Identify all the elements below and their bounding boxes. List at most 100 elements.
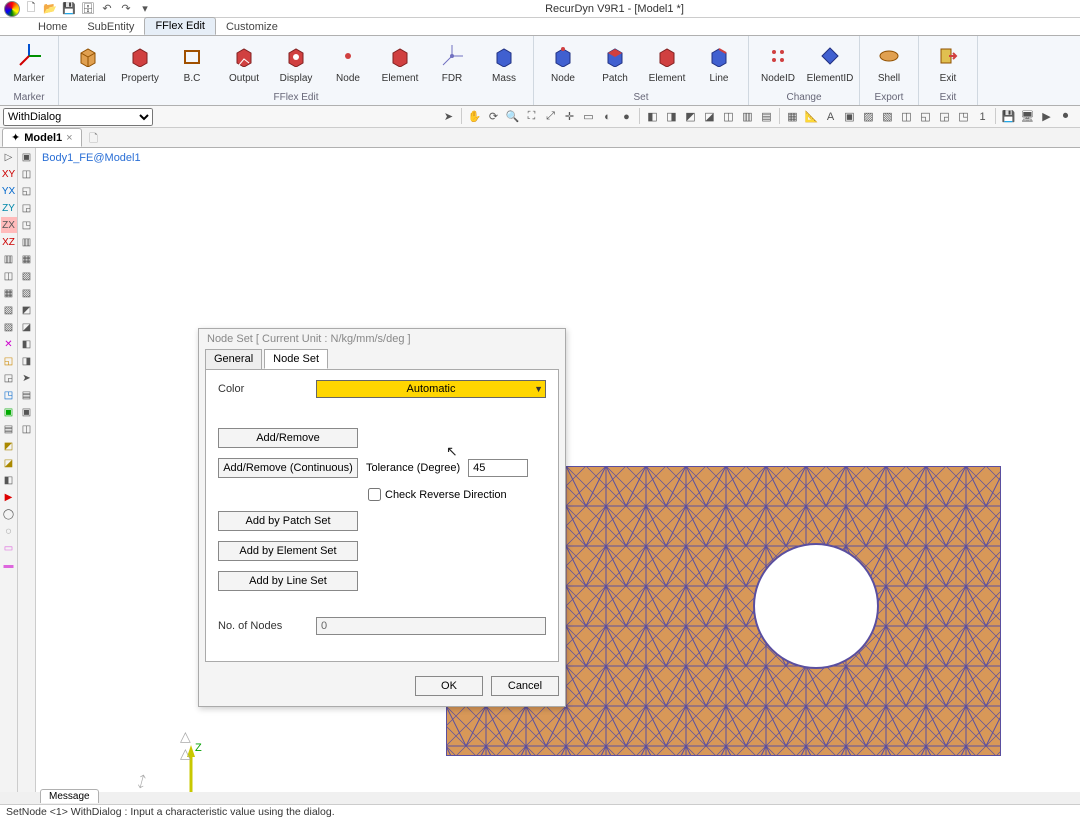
ribbon-exit[interactable]: Exit [925, 39, 971, 92]
vt2-cursor-icon[interactable]: ➤ [19, 370, 35, 386]
vt2-d-icon[interactable]: ◲ [19, 200, 35, 216]
vt1-yx-icon[interactable]: YX [1, 183, 17, 199]
ribbon-set-node[interactable]: Node [540, 39, 586, 92]
message-tab[interactable]: Message [40, 789, 99, 803]
play-icon[interactable]: ▶ [1038, 108, 1055, 125]
vt2-i-icon[interactable]: ▨ [19, 285, 35, 301]
dialog-tab-nodeset[interactable]: Node Set [264, 349, 328, 369]
view-iso-icon[interactable]: ◧ [644, 108, 661, 125]
vt2-n-icon[interactable]: ▤ [19, 387, 35, 403]
ribbon-set-element[interactable]: Element [644, 39, 690, 92]
ribbon-element[interactable]: Element [377, 39, 423, 92]
vt1-cube2-icon[interactable]: ◲ [1, 370, 17, 386]
pan-icon[interactable]: ✋ [466, 108, 483, 125]
ribbon-mass[interactable]: Mass [481, 39, 527, 92]
vt2-k-icon[interactable]: ◪ [19, 319, 35, 335]
measure-icon[interactable]: 📐 [803, 108, 820, 125]
vt1-cube4-icon[interactable]: ▣ [1, 404, 17, 420]
vt1-box3-icon[interactable]: ▦ [1, 285, 17, 301]
tab-home[interactable]: Home [28, 19, 77, 35]
zoom-window-icon[interactable]: ⛶ [523, 108, 540, 125]
view-right-icon[interactable]: ◪ [701, 108, 718, 125]
vt2-b-icon[interactable]: ◫ [19, 166, 35, 182]
add-by-element-button[interactable]: Add by Element Set [218, 541, 358, 561]
ribbon-set-line[interactable]: Line [696, 39, 742, 92]
vt1-cube8-icon[interactable]: ◧ [1, 472, 17, 488]
save2-icon[interactable]: 💾 [1000, 108, 1017, 125]
check-reverse-direction[interactable]: Check Reverse Direction [368, 488, 507, 501]
ribbon-display[interactable]: Display [273, 39, 319, 92]
vt2-l-icon[interactable]: ◧ [19, 336, 35, 352]
wireframe-icon[interactable]: ◐ [599, 108, 616, 125]
vt1-box5-icon[interactable]: ▨ [1, 319, 17, 335]
add-remove-continuous-button[interactable]: Add/Remove (Continuous) [218, 458, 358, 478]
vt1-cube5-icon[interactable]: ▤ [1, 421, 17, 437]
vt1-box4-icon[interactable]: ▧ [1, 302, 17, 318]
ribbon-elementid[interactable]: ElementID [807, 39, 853, 92]
vt1-cube3-icon[interactable]: ◳ [1, 387, 17, 403]
ribbon-shell[interactable]: Shell [866, 39, 912, 92]
close-tab-icon[interactable]: × [66, 132, 72, 144]
layer6-icon[interactable]: ◲ [936, 108, 953, 125]
vt1-select-icon[interactable]: ▷ [1, 149, 17, 165]
num-1-icon[interactable]: 1 [974, 108, 991, 125]
new-file-icon[interactable]: 🗋 [23, 1, 39, 17]
view-bottom-icon[interactable]: ▥ [739, 108, 756, 125]
ok-button[interactable]: OK [415, 676, 483, 696]
vt2-p-icon[interactable]: ◫ [19, 421, 35, 437]
vt2-f-icon[interactable]: ▥ [19, 234, 35, 250]
ribbon-property[interactable]: Property [117, 39, 163, 92]
redo-icon[interactable]: ↷ [118, 1, 134, 17]
vt1-rect-icon[interactable]: ▭ [1, 540, 17, 556]
vt1-circle-icon[interactable]: ◯ [1, 506, 17, 522]
vt1-box2-icon[interactable]: ◫ [1, 268, 17, 284]
vt1-play-icon[interactable]: ▶ [1, 489, 17, 505]
vt2-a-icon[interactable]: ▣ [19, 149, 35, 165]
layer4-icon[interactable]: ◫ [898, 108, 915, 125]
ribbon-fdr[interactable]: FDR [429, 39, 475, 92]
vt2-h-icon[interactable]: ▧ [19, 268, 35, 284]
text-icon[interactable]: A [822, 108, 839, 125]
vt1-zx-icon[interactable]: ZX [1, 217, 17, 233]
ribbon-set-patch[interactable]: Patch [592, 39, 638, 92]
select-box-icon[interactable]: ▭ [580, 108, 597, 125]
tab-customize[interactable]: Customize [216, 19, 288, 35]
add-remove-button[interactable]: Add/Remove [218, 428, 358, 448]
vt2-c-icon[interactable]: ◱ [19, 183, 35, 199]
add-by-line-button[interactable]: Add by Line Set [218, 571, 358, 591]
tolerance-input[interactable] [468, 459, 528, 477]
layer1-icon[interactable]: ▣ [841, 108, 858, 125]
center-icon[interactable]: ✛ [561, 108, 578, 125]
layer5-icon[interactable]: ◱ [917, 108, 934, 125]
shade-icon[interactable]: ● [618, 108, 635, 125]
qat-dropdown-icon[interactable]: ▾ [137, 1, 153, 17]
new-doc-tab-icon[interactable]: 🗋 [86, 131, 102, 147]
view-left-icon[interactable]: ▤ [758, 108, 775, 125]
view-front-icon[interactable]: ◨ [663, 108, 680, 125]
vt2-g-icon[interactable]: ▦ [19, 251, 35, 267]
canvas[interactable]: Body1_FE@Model1 [36, 148, 1080, 792]
nav-up-icon[interactable]: △△ [180, 728, 191, 762]
record-icon[interactable]: ⏺ [1057, 108, 1074, 125]
vt2-e-icon[interactable]: ◳ [19, 217, 35, 233]
vt1-zy-icon[interactable]: ZY [1, 200, 17, 216]
undo-icon[interactable]: ↶ [99, 1, 115, 17]
vt1-xy-icon[interactable]: XY [1, 166, 17, 182]
fit-icon[interactable]: ⤢ [542, 108, 559, 125]
grid-icon[interactable]: ▦ [784, 108, 801, 125]
layer2-icon[interactable]: ▨ [860, 108, 877, 125]
cursor-icon[interactable]: ➤ [440, 108, 457, 125]
ribbon-nodeid[interactable]: NodeID [755, 39, 801, 92]
vt1-cross-icon[interactable]: ✕ [1, 336, 17, 352]
monitor-icon[interactable]: 🖥 [1019, 108, 1036, 125]
layer7-icon[interactable]: ◳ [955, 108, 972, 125]
view-back-icon[interactable]: ◫ [720, 108, 737, 125]
color-dropdown[interactable]: Automatic ▼ [316, 380, 546, 398]
ribbon-marker[interactable]: Marker [6, 39, 52, 92]
layer3-icon[interactable]: ▧ [879, 108, 896, 125]
ribbon-node[interactable]: Node [325, 39, 371, 92]
vt2-o-icon[interactable]: ▣ [19, 404, 35, 420]
rotate-icon[interactable]: ⟳ [485, 108, 502, 125]
tab-fflex-edit[interactable]: FFlex Edit [144, 17, 216, 35]
dialog-tab-general[interactable]: General [205, 349, 262, 369]
